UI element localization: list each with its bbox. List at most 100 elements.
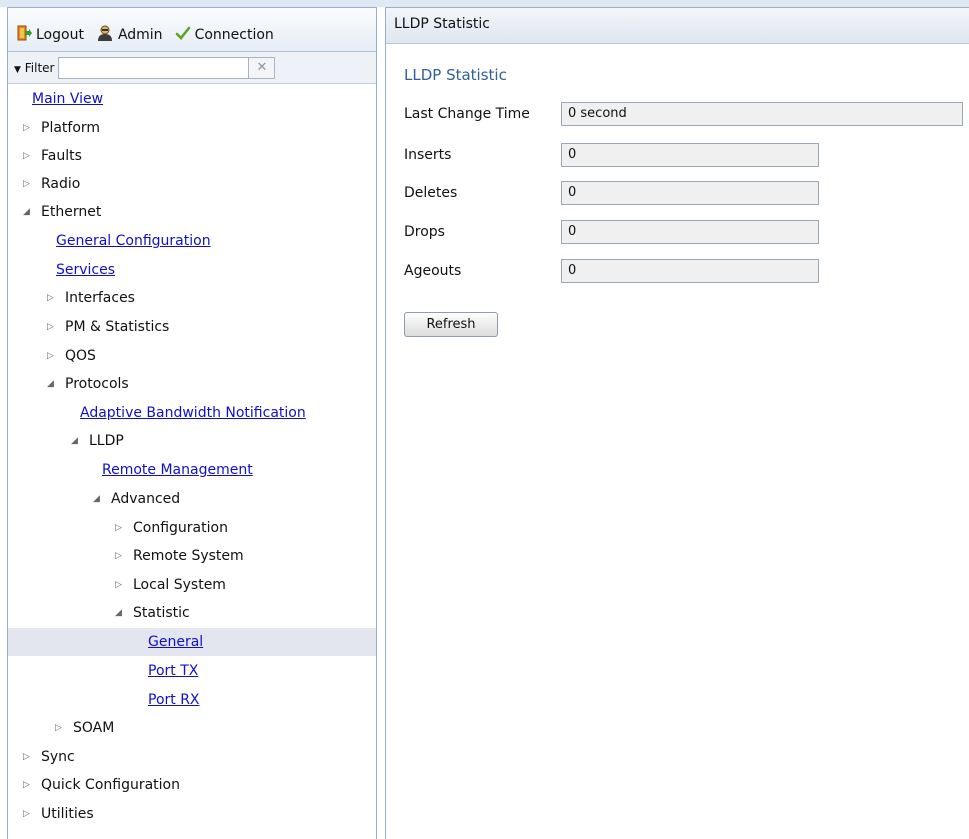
- tree-item[interactable]: ▷ Local System: [8, 571, 376, 599]
- tree-item-label: Local System: [133, 577, 226, 593]
- tree-item[interactable]: Remote Management: [8, 456, 376, 484]
- field-row-inserts: Inserts 0: [404, 143, 819, 167]
- tree-item[interactable]: ▷ Radio: [8, 170, 376, 198]
- logout-button[interactable]: Logout: [16, 25, 84, 45]
- tree-item[interactable]: ▷ Utilities: [8, 800, 376, 828]
- tree-item[interactable]: ◢ Protocols: [8, 370, 376, 398]
- tree-item[interactable]: Port RX: [8, 686, 376, 714]
- logout-icon: [16, 25, 36, 45]
- tree-item-label: SOAM: [73, 720, 115, 736]
- collapsed-arrow-icon[interactable]: ▷: [23, 142, 36, 170]
- field-label: Last Change Time: [404, 106, 530, 122]
- tree-item-label[interactable]: General Configuration: [56, 227, 211, 255]
- field-row-deletes: Deletes 0: [404, 181, 819, 205]
- tree-item[interactable]: General: [8, 628, 376, 656]
- tree-item[interactable]: Adaptive Bandwidth Notification: [8, 399, 376, 427]
- refresh-button[interactable]: Refresh: [404, 312, 498, 337]
- filter-label: ▼ Filter: [14, 61, 54, 75]
- tree-item-label: LLDP: [89, 433, 124, 449]
- collapsed-arrow-icon[interactable]: ▷: [23, 743, 36, 771]
- collapsed-arrow-icon[interactable]: ▷: [23, 800, 36, 828]
- collapsed-arrow-icon[interactable]: ▷: [23, 170, 36, 198]
- connection-status[interactable]: Connection: [175, 25, 274, 45]
- page-header: LLDP Statistic: [386, 8, 969, 44]
- tree-item-label[interactable]: Main View: [32, 85, 103, 113]
- field-label: Ageouts: [404, 263, 462, 279]
- collapsed-arrow-icon[interactable]: ▷: [55, 714, 68, 742]
- tree-item-label: QOS: [65, 348, 96, 364]
- tree-item[interactable]: Port TX: [8, 657, 376, 685]
- user-icon: [96, 25, 118, 45]
- expanded-arrow-icon[interactable]: ◢: [115, 599, 128, 627]
- top-border: [0, 0, 969, 7]
- admin-label: Admin: [117, 26, 163, 43]
- top-toolbar: Logout Admin Connection: [8, 8, 376, 52]
- tree-item[interactable]: ▷ Faults: [8, 142, 376, 170]
- deletes-field: 0: [561, 181, 819, 205]
- field-row-last-change-time: Last Change Time 0 second: [404, 102, 963, 126]
- field-label: Deletes: [404, 185, 458, 201]
- tree-item[interactable]: ▷ Configuration: [8, 514, 376, 542]
- tree-item[interactable]: General Configuration: [8, 227, 376, 255]
- tree-item-label: Platform: [41, 120, 101, 136]
- collapsed-arrow-icon[interactable]: ▷: [115, 571, 128, 599]
- tree-item-label: PM & Statistics: [65, 319, 170, 335]
- logout-label: Logout: [36, 26, 84, 43]
- collapsed-arrow-icon[interactable]: ▷: [23, 114, 36, 142]
- tree-item[interactable]: ▷ Interfaces: [8, 284, 376, 312]
- tree-item[interactable]: Services: [8, 256, 376, 284]
- collapsed-arrow-icon[interactable]: ▷: [115, 542, 128, 570]
- tree-item[interactable]: ◢ LLDP: [8, 427, 376, 455]
- tree-item-label: Radio: [41, 176, 81, 192]
- ageouts-field: 0: [561, 259, 819, 283]
- filter-input[interactable]: [58, 56, 250, 79]
- tree-item[interactable]: Main View: [8, 85, 376, 113]
- tree-item-label: Quick Configuration: [41, 777, 180, 793]
- field-row-ageouts: Ageouts 0: [404, 259, 819, 283]
- tree-item[interactable]: ▷ SOAM: [8, 714, 376, 742]
- expanded-arrow-icon[interactable]: ◢: [71, 427, 84, 455]
- navigation-panel: Logout Admin Connection ▼ Filter ✕ Main …: [7, 7, 377, 839]
- collapsed-arrow-icon[interactable]: ▷: [47, 284, 60, 312]
- drops-field: 0: [561, 220, 819, 244]
- collapsed-arrow-icon[interactable]: ▷: [23, 771, 36, 799]
- expanded-arrow-icon[interactable]: ◢: [93, 485, 106, 513]
- tree-item-label[interactable]: Services: [56, 256, 115, 284]
- collapsed-arrow-icon[interactable]: ▷: [47, 313, 60, 341]
- tree-item-label: Advanced: [111, 491, 181, 507]
- tree-item[interactable]: ▷ Remote System: [8, 542, 376, 570]
- tree-item[interactable]: ▷ QOS: [8, 342, 376, 370]
- collapsed-arrow-icon[interactable]: ▷: [47, 342, 60, 370]
- tree-item[interactable]: ◢ Statistic: [8, 599, 376, 627]
- field-row-drops: Drops 0: [404, 220, 819, 244]
- tree-item-label: Ethernet: [41, 204, 102, 220]
- tree-item-label[interactable]: Remote Management: [102, 456, 253, 484]
- tree-item-label[interactable]: Port TX: [148, 657, 198, 685]
- tree-item[interactable]: ▷ Quick Configuration: [8, 771, 376, 799]
- filter-arrow-icon: ▼: [14, 64, 21, 75]
- tree-item[interactable]: ▷ Platform: [8, 114, 376, 142]
- admin-button[interactable]: Admin: [96, 25, 163, 45]
- expanded-arrow-icon[interactable]: ◢: [23, 198, 36, 226]
- tree-item-label[interactable]: Adaptive Bandwidth Notification: [80, 399, 306, 427]
- collapsed-arrow-icon[interactable]: ▷: [115, 514, 128, 542]
- tree-item[interactable]: ◢ Ethernet: [8, 198, 376, 226]
- checkmark-icon: [175, 25, 195, 45]
- tree-item[interactable]: ▷ Sync: [8, 743, 376, 771]
- filter-bar: ▼ Filter ✕: [8, 52, 376, 84]
- tree-item-label: Statistic: [133, 605, 190, 621]
- close-icon[interactable]: ✕: [249, 56, 276, 79]
- tree-item-label: Utilities: [41, 806, 94, 822]
- tree-item-label: Remote System: [133, 548, 244, 564]
- tree-item-label: Faults: [41, 148, 82, 164]
- filter-label-text: Filter: [24, 60, 55, 75]
- field-label: Drops: [404, 224, 445, 240]
- tree-item-label[interactable]: Port RX: [148, 686, 200, 714]
- tree-item-label: Interfaces: [65, 290, 135, 306]
- tree-item[interactable]: ▷ PM & Statistics: [8, 313, 376, 341]
- section-title: LLDP Statistic: [404, 66, 507, 84]
- tree-item-label: Configuration: [133, 520, 228, 536]
- tree-item-label[interactable]: General: [148, 628, 203, 656]
- tree-item[interactable]: ◢ Advanced: [8, 485, 376, 513]
- expanded-arrow-icon[interactable]: ◢: [47, 370, 60, 398]
